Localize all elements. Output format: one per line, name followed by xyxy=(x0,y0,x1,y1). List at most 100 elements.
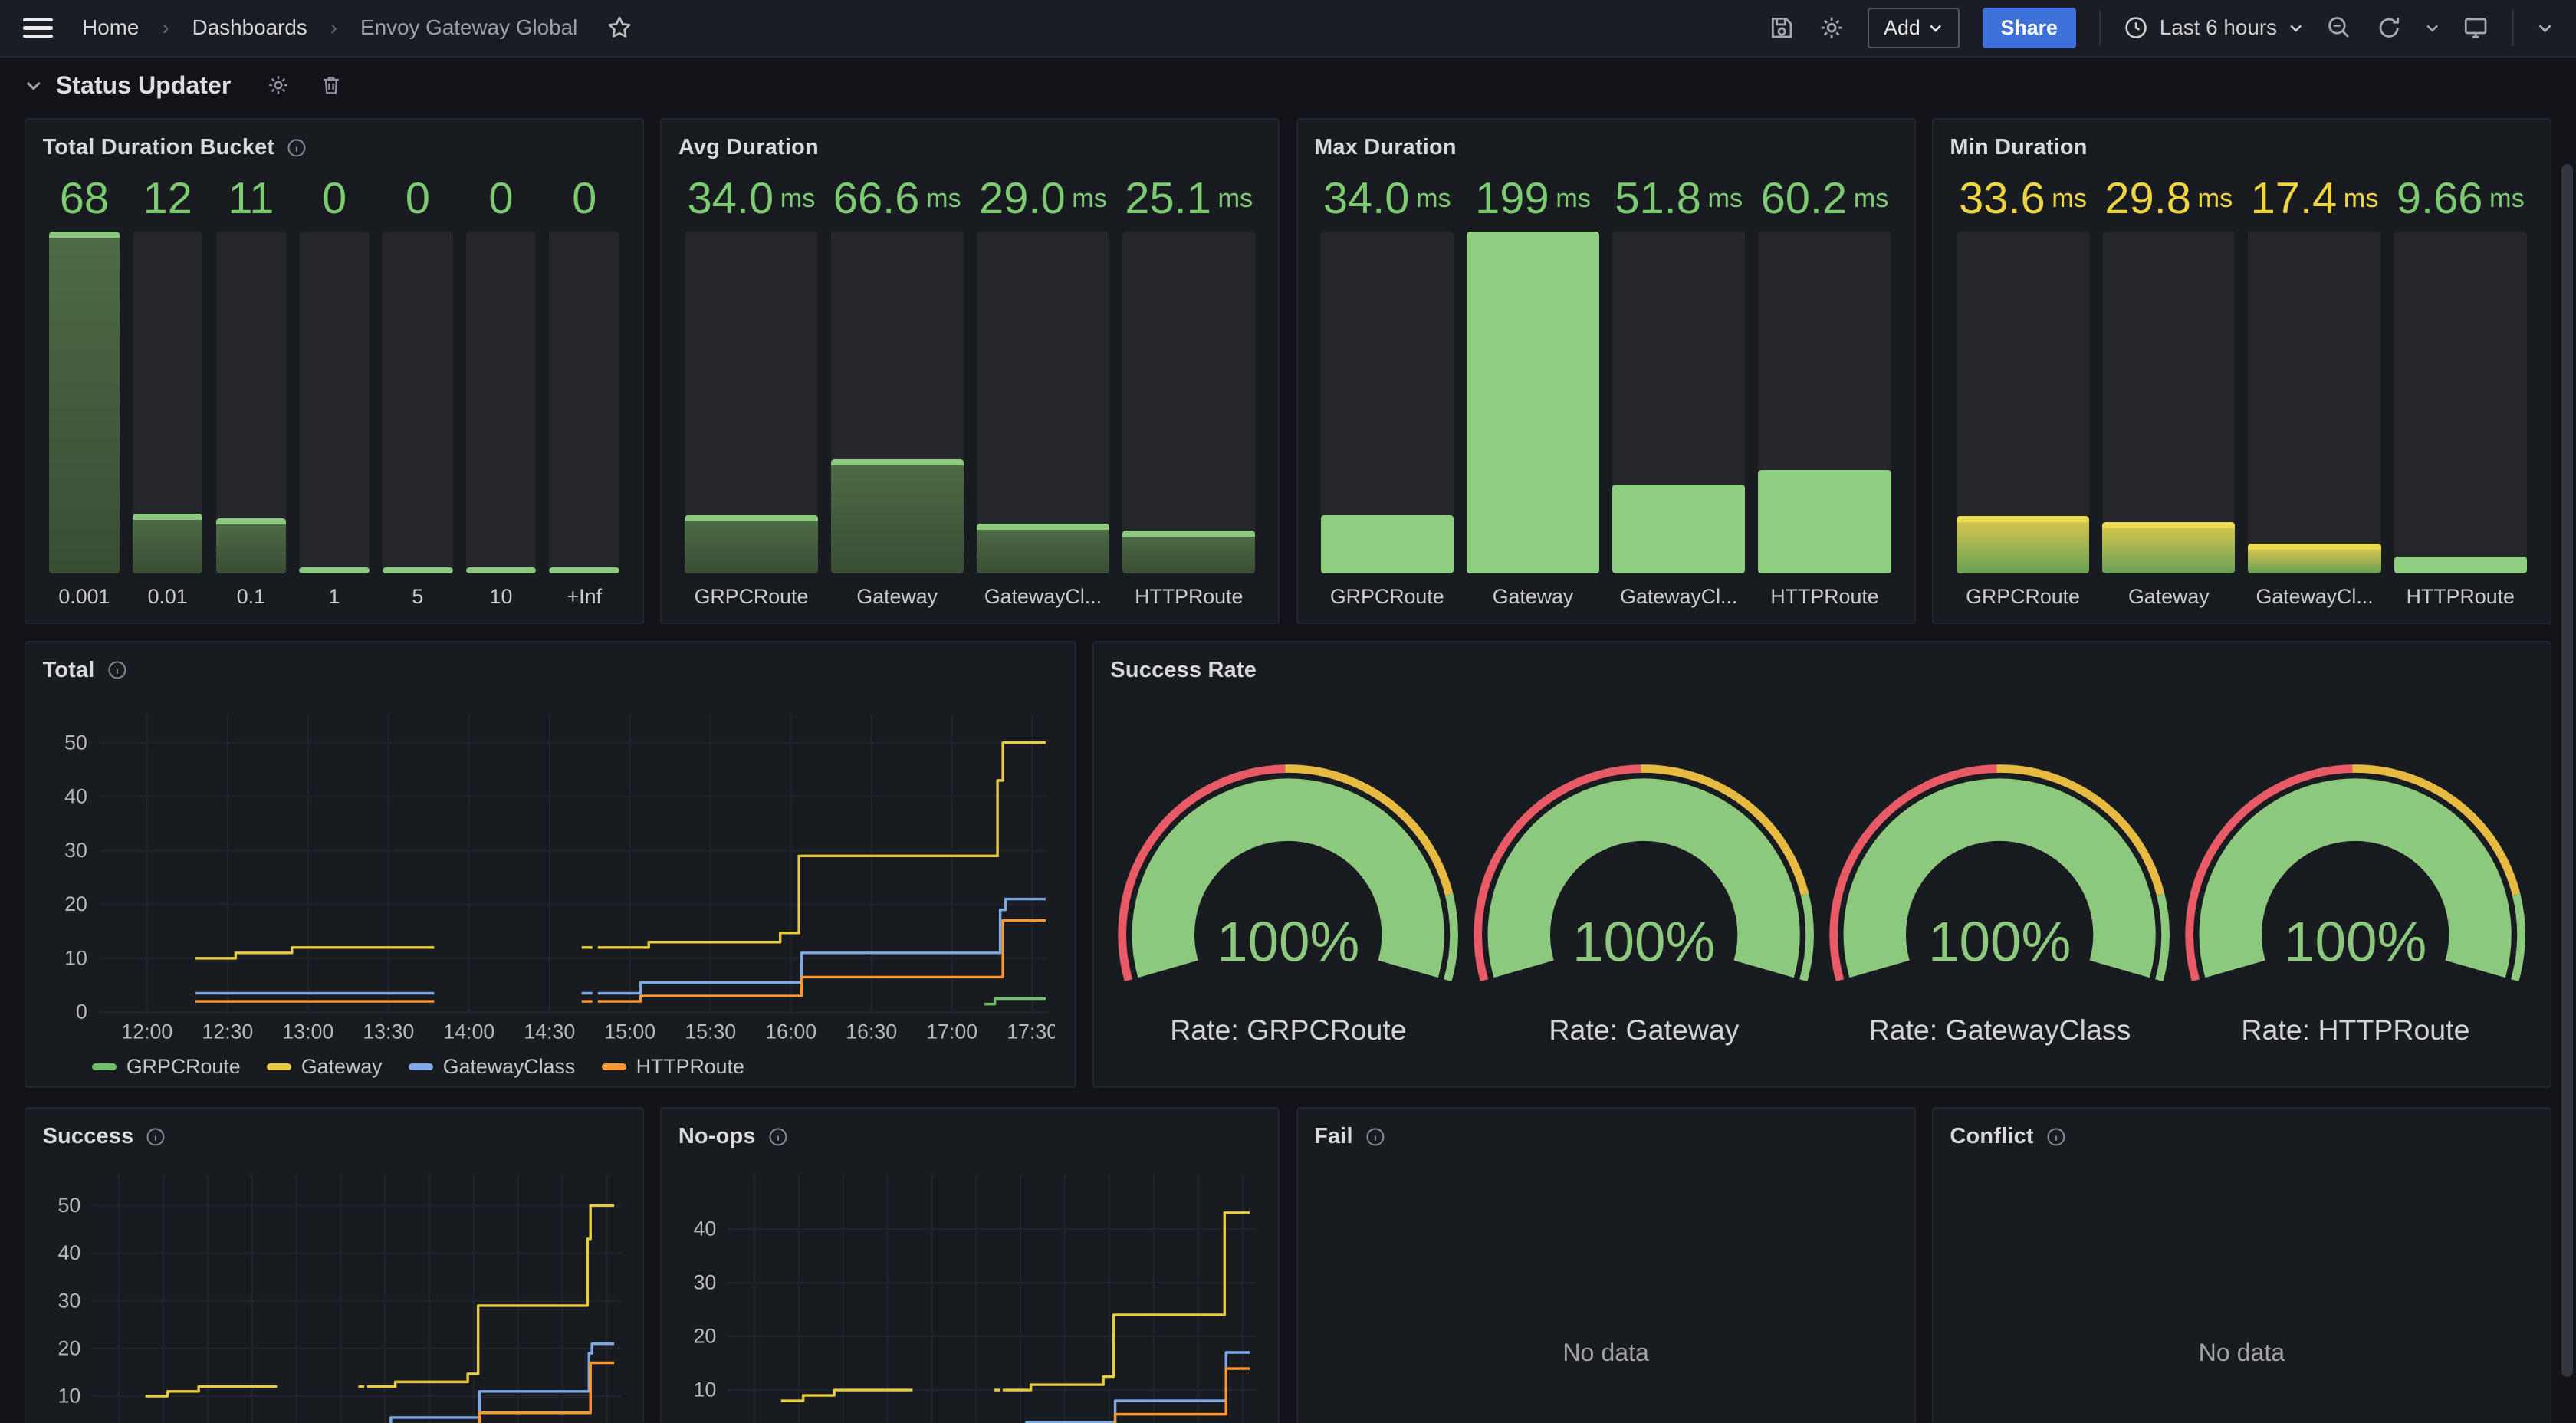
bar-track xyxy=(2102,232,2235,573)
success-chart[interactable]: 1020304050 xyxy=(43,1155,626,1422)
svg-text:12:30: 12:30 xyxy=(202,1020,253,1043)
bar-gauge-cell: 680.001 xyxy=(49,166,120,613)
bar-gauge[interactable]: 33.6msGRPCRoute29.8msGateway17.4msGatewa… xyxy=(1950,166,2533,613)
timeseries-plot[interactable]: 12:0012:3013:0013:3014:0014:3015:0015:30… xyxy=(43,688,1055,1047)
info-icon[interactable] xyxy=(1365,1126,1386,1148)
breadcrumb-separator: › xyxy=(153,15,179,40)
svg-text:40: 40 xyxy=(64,784,87,807)
panel-title[interactable]: Min Duration xyxy=(1950,135,2087,160)
svg-text:14:30: 14:30 xyxy=(524,1020,575,1043)
info-icon[interactable] xyxy=(107,659,128,681)
bar-label: HTTPRoute xyxy=(2394,580,2527,613)
bar-gauge[interactable]: 34.0msGRPCRoute199msGateway51.8msGateway… xyxy=(1314,166,1898,613)
panel-title[interactable]: Avg Duration xyxy=(678,135,819,160)
top-nav: Home › Dashboards › Envoy Gateway Global… xyxy=(0,0,2576,58)
grafana-dashboard: Home › Dashboards › Envoy Gateway Global… xyxy=(0,0,2576,1423)
time-range-picker[interactable]: Last 6 hours xyxy=(2124,15,2304,40)
bar-gauge-cell: 199msGateway xyxy=(1467,166,1599,613)
add-button[interactable]: Add xyxy=(1868,8,1960,48)
bar-value: 199ms xyxy=(1467,166,1599,232)
gauge[interactable]: 100%Rate: GRPCRoute xyxy=(1110,751,1466,1047)
gauge-arc: 100% xyxy=(1825,751,2174,1001)
bar-track xyxy=(49,232,120,573)
bar-gauge[interactable]: 680.001120.01110.101050100+Inf xyxy=(43,166,626,613)
info-icon[interactable] xyxy=(767,1126,789,1148)
info-icon[interactable] xyxy=(2045,1126,2067,1148)
svg-text:10: 10 xyxy=(64,946,87,969)
panel-avg-duration: Avg Duration 34.0msGRPCRoute66.6msGatewa… xyxy=(660,118,1280,624)
panel-fail: Fail No data xyxy=(1296,1107,1916,1422)
gauge[interactable]: 100%Rate: Gateway xyxy=(1466,751,1822,1047)
panel-title[interactable]: Conflict xyxy=(1950,1124,2033,1149)
panel-success-rate: Success Rate 100%Rate: GRPCRoute100%Rate… xyxy=(1092,641,2551,1088)
gear-icon[interactable] xyxy=(1819,15,1845,41)
total-chart[interactable]: 12:0012:3013:0013:3014:0014:3015:0015:30… xyxy=(43,688,1059,1053)
legend-item-Gateway[interactable]: Gateway xyxy=(267,1055,383,1079)
scrollbar-thumb[interactable] xyxy=(2561,164,2573,1376)
panel-title[interactable]: Total Duration Bucket xyxy=(43,135,275,160)
panel-title[interactable]: No-ops xyxy=(678,1124,756,1149)
bar-value: 25.1ms xyxy=(1122,166,1255,232)
gauge-label: Rate: HTTPRoute xyxy=(2241,1014,2469,1047)
svg-text:30: 30 xyxy=(693,1271,716,1294)
legend-item-HTTPRoute[interactable]: HTTPRoute xyxy=(602,1055,744,1079)
bar-fill xyxy=(1612,485,1745,573)
svg-text:12:00: 12:00 xyxy=(121,1020,172,1043)
breadcrumb-home[interactable]: Home xyxy=(82,15,139,40)
no-ops-chart[interactable]: 10203040 xyxy=(678,1155,1262,1422)
bar-value: 11 xyxy=(216,166,287,232)
bar-label: GatewayCl... xyxy=(1612,580,1745,613)
panel-title[interactable]: Fail xyxy=(1314,1124,1353,1149)
gauge[interactable]: 100%Rate: GatewayClass xyxy=(1822,751,2177,1047)
bar-gauge-cell: 29.8msGateway xyxy=(2102,166,2235,613)
panel-title[interactable]: Success Rate xyxy=(1110,658,1257,683)
bar-gauge[interactable]: 34.0msGRPCRoute66.6msGateway29.0msGatewa… xyxy=(678,166,1262,613)
gauge[interactable]: 100% Rate: HTTPRoute xyxy=(2177,751,2533,1047)
info-icon[interactable] xyxy=(145,1126,166,1148)
breadcrumb-dashboards[interactable]: Dashboards xyxy=(192,15,307,40)
gauge-label: Rate: GRPCRoute xyxy=(1170,1014,1406,1047)
tv-mode-icon[interactable] xyxy=(2463,15,2489,41)
row-collapse-icon[interactable] xyxy=(25,77,43,95)
star-icon[interactable] xyxy=(607,15,632,40)
bar-track xyxy=(685,232,817,573)
panel-title[interactable]: Max Duration xyxy=(1314,135,1457,160)
legend-color-pill xyxy=(267,1063,291,1071)
bar-fill xyxy=(977,524,1109,573)
row-delete-trash-icon[interactable] xyxy=(320,74,343,97)
legend-item-GatewayClass[interactable]: GatewayClass xyxy=(409,1055,576,1079)
bar-track xyxy=(133,232,203,573)
bar-value: 17.4ms xyxy=(2248,166,2380,232)
legend-item-GRPCRoute[interactable]: GRPCRoute xyxy=(92,1055,241,1079)
zoom-out-icon[interactable] xyxy=(2326,15,2352,41)
save-icon[interactable] xyxy=(1769,15,1795,41)
bar-track xyxy=(977,232,1109,573)
bar-value: 29.0ms xyxy=(977,166,1109,232)
menu-icon[interactable] xyxy=(23,18,53,38)
row-settings-gear-icon[interactable] xyxy=(267,74,290,97)
legend-color-pill xyxy=(409,1063,433,1071)
timeseries-plot[interactable]: 1020304050 xyxy=(43,1155,629,1422)
series-HTTPRoute xyxy=(1003,1369,1250,1422)
collapse-caret-icon[interactable] xyxy=(2537,20,2553,36)
svg-text:50: 50 xyxy=(58,1194,80,1217)
gauge-arc: 100% xyxy=(2181,751,2529,1001)
bar-fill xyxy=(216,518,287,573)
bar-label: GRPCRoute xyxy=(685,580,817,613)
bar-gauge-cell: 51.8msGatewayCl... xyxy=(1612,166,1745,613)
bar-value: 66.6ms xyxy=(831,166,964,232)
panel-title[interactable]: Success xyxy=(43,1124,134,1149)
timeseries-plot[interactable]: 10203040 xyxy=(678,1155,1265,1422)
legend-label: HTTPRoute xyxy=(636,1055,744,1079)
refresh-interval-caret[interactable] xyxy=(2425,21,2440,35)
bar-track xyxy=(1758,232,1891,573)
row-title[interactable]: Status Updater xyxy=(56,71,231,100)
refresh-icon[interactable] xyxy=(2376,15,2402,41)
bar-track xyxy=(1467,232,1599,573)
series-Gateway xyxy=(145,1387,277,1396)
info-icon[interactable] xyxy=(286,137,307,159)
bar-label: 0.1 xyxy=(216,580,287,613)
no-data-message: No data xyxy=(1950,1339,2533,1367)
share-button[interactable]: Share xyxy=(1983,8,2076,48)
panel-title[interactable]: Total xyxy=(43,658,95,683)
